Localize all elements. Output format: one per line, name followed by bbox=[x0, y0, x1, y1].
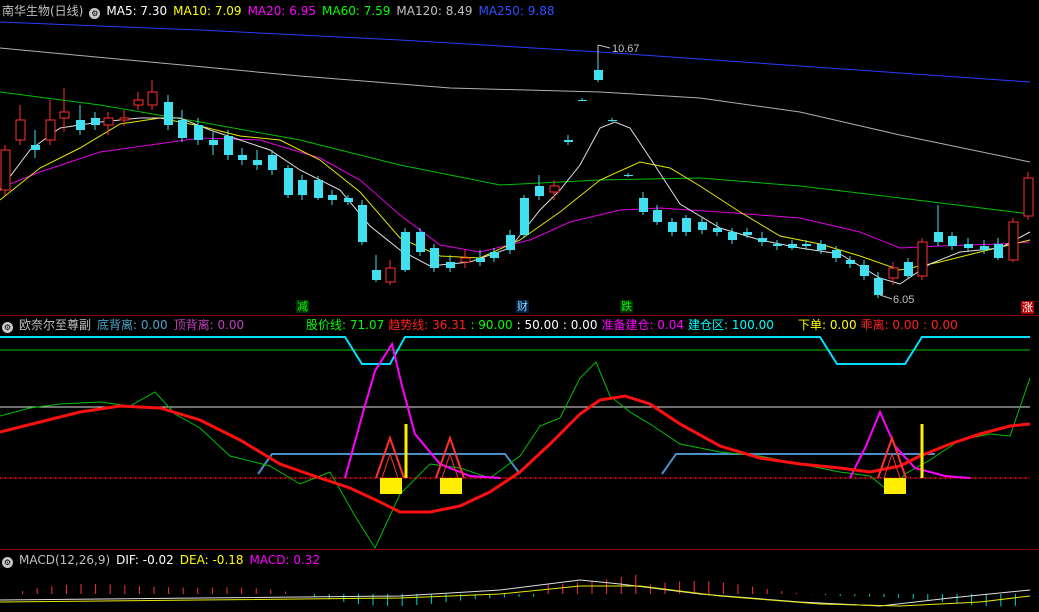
candle-body bbox=[0, 149, 11, 191]
candle-body bbox=[608, 120, 617, 121]
candle-body bbox=[874, 278, 883, 295]
candles bbox=[0, 45, 1034, 298]
candle-body bbox=[713, 228, 722, 232]
low-marker-line bbox=[879, 294, 893, 300]
high-marker-tick bbox=[597, 44, 611, 49]
candle-body bbox=[45, 119, 56, 141]
candle-body bbox=[743, 232, 752, 235]
signal-triangle-3 bbox=[877, 434, 907, 479]
candle-body bbox=[535, 186, 544, 196]
candle-body bbox=[372, 270, 381, 280]
candle-body bbox=[253, 160, 262, 165]
indicator-panel[interactable]: ⚙ 欧奈尔至尊副 底背离: 0.00 顶背离: 0.00 股价线: 71.07 趋势线:… bbox=[0, 316, 1039, 549]
candle-body bbox=[401, 232, 410, 270]
candle-body bbox=[328, 195, 337, 200]
price-chart[interactable]: 10.67 6.05 bbox=[0, 0, 1039, 315]
indicator-chart[interactable] bbox=[0, 316, 1039, 549]
candle-body bbox=[224, 136, 233, 155]
candle-body bbox=[728, 232, 737, 240]
candle-body bbox=[860, 265, 869, 276]
buy-block-3 bbox=[884, 478, 906, 494]
candle-body bbox=[698, 222, 707, 230]
candle-body bbox=[1023, 177, 1034, 217]
candle-body bbox=[268, 155, 277, 170]
candle-body bbox=[773, 244, 782, 246]
candle-body bbox=[639, 198, 648, 212]
candle-body bbox=[564, 140, 573, 142]
candle-body bbox=[314, 180, 323, 198]
candle-body bbox=[980, 246, 989, 250]
candle-body bbox=[358, 205, 367, 242]
candle-body bbox=[846, 260, 855, 264]
buy-signals bbox=[375, 424, 924, 494]
candle-body bbox=[888, 267, 899, 279]
candle-body bbox=[578, 100, 587, 101]
signal-triangle-1b bbox=[381, 452, 399, 479]
ma60-line bbox=[0, 91, 1031, 215]
candle-body bbox=[284, 168, 293, 195]
candle-body bbox=[594, 70, 603, 80]
candle-body bbox=[416, 232, 425, 252]
candle-body bbox=[476, 258, 485, 262]
candle-body bbox=[460, 257, 471, 263]
candle-body bbox=[948, 236, 957, 246]
marker-zhang[interactable]: 涨 bbox=[1021, 301, 1034, 314]
candle-body bbox=[15, 119, 26, 141]
marker-die[interactable]: 跌 bbox=[620, 300, 633, 313]
candle-body bbox=[934, 232, 943, 242]
candle-body bbox=[385, 267, 396, 283]
candle-body bbox=[802, 244, 811, 246]
macd-histogram bbox=[22, 574, 1016, 607]
low-price-label: 6.05 bbox=[893, 294, 914, 306]
candle-body bbox=[994, 244, 1003, 258]
candle-body bbox=[59, 111, 70, 119]
high-price-label: 10.67 bbox=[612, 43, 640, 55]
candle-body bbox=[758, 238, 767, 242]
candle-body bbox=[917, 241, 928, 277]
candle-body bbox=[682, 218, 691, 232]
candle-body bbox=[119, 117, 130, 121]
candle-body bbox=[238, 155, 247, 160]
candle-body bbox=[430, 248, 439, 268]
candle-body bbox=[964, 244, 973, 248]
candle-body bbox=[147, 91, 158, 106]
candle-body bbox=[788, 244, 797, 248]
candle-body bbox=[1008, 221, 1019, 261]
candle-body bbox=[133, 99, 144, 106]
price-panel[interactable]: 南华生物(日线) ⚙ MA5: 7.30 MA10: 7.09 MA20: 6.95 MA… bbox=[0, 0, 1039, 315]
marker-cai[interactable]: 财 bbox=[516, 300, 529, 313]
macd-chart[interactable] bbox=[0, 550, 1039, 612]
candle-body bbox=[194, 125, 203, 140]
candle-body bbox=[549, 185, 560, 193]
candle-body bbox=[31, 145, 40, 150]
candle-body bbox=[817, 244, 826, 250]
buy-block-2 bbox=[440, 478, 462, 494]
candle-body bbox=[298, 180, 307, 195]
candle-body bbox=[668, 222, 677, 232]
candle-body bbox=[91, 118, 100, 125]
candle-body bbox=[520, 198, 529, 235]
signal-triangle-1 bbox=[375, 434, 405, 479]
candle-body bbox=[446, 262, 455, 268]
candle-body bbox=[832, 250, 841, 258]
buy-block-1 bbox=[380, 478, 402, 494]
candle-body bbox=[164, 102, 173, 125]
marker-jian[interactable]: 减 bbox=[296, 300, 309, 313]
candle-body bbox=[624, 175, 633, 176]
ma250-line bbox=[0, 21, 1031, 83]
ma5-line bbox=[0, 117, 1031, 285]
candle-body bbox=[76, 120, 85, 130]
candle-body bbox=[904, 262, 913, 276]
candle-body bbox=[178, 120, 187, 138]
candle-body bbox=[103, 117, 114, 126]
candle-body bbox=[506, 235, 515, 250]
candle-body bbox=[653, 210, 662, 222]
candle-body bbox=[490, 252, 499, 258]
candle-body bbox=[209, 140, 218, 145]
candle-body bbox=[344, 198, 353, 202]
macd-panel[interactable]: ⚙ MACD(12,26,9) DIF: -0.02 DEA: -0.18 MACD: … bbox=[0, 550, 1039, 612]
